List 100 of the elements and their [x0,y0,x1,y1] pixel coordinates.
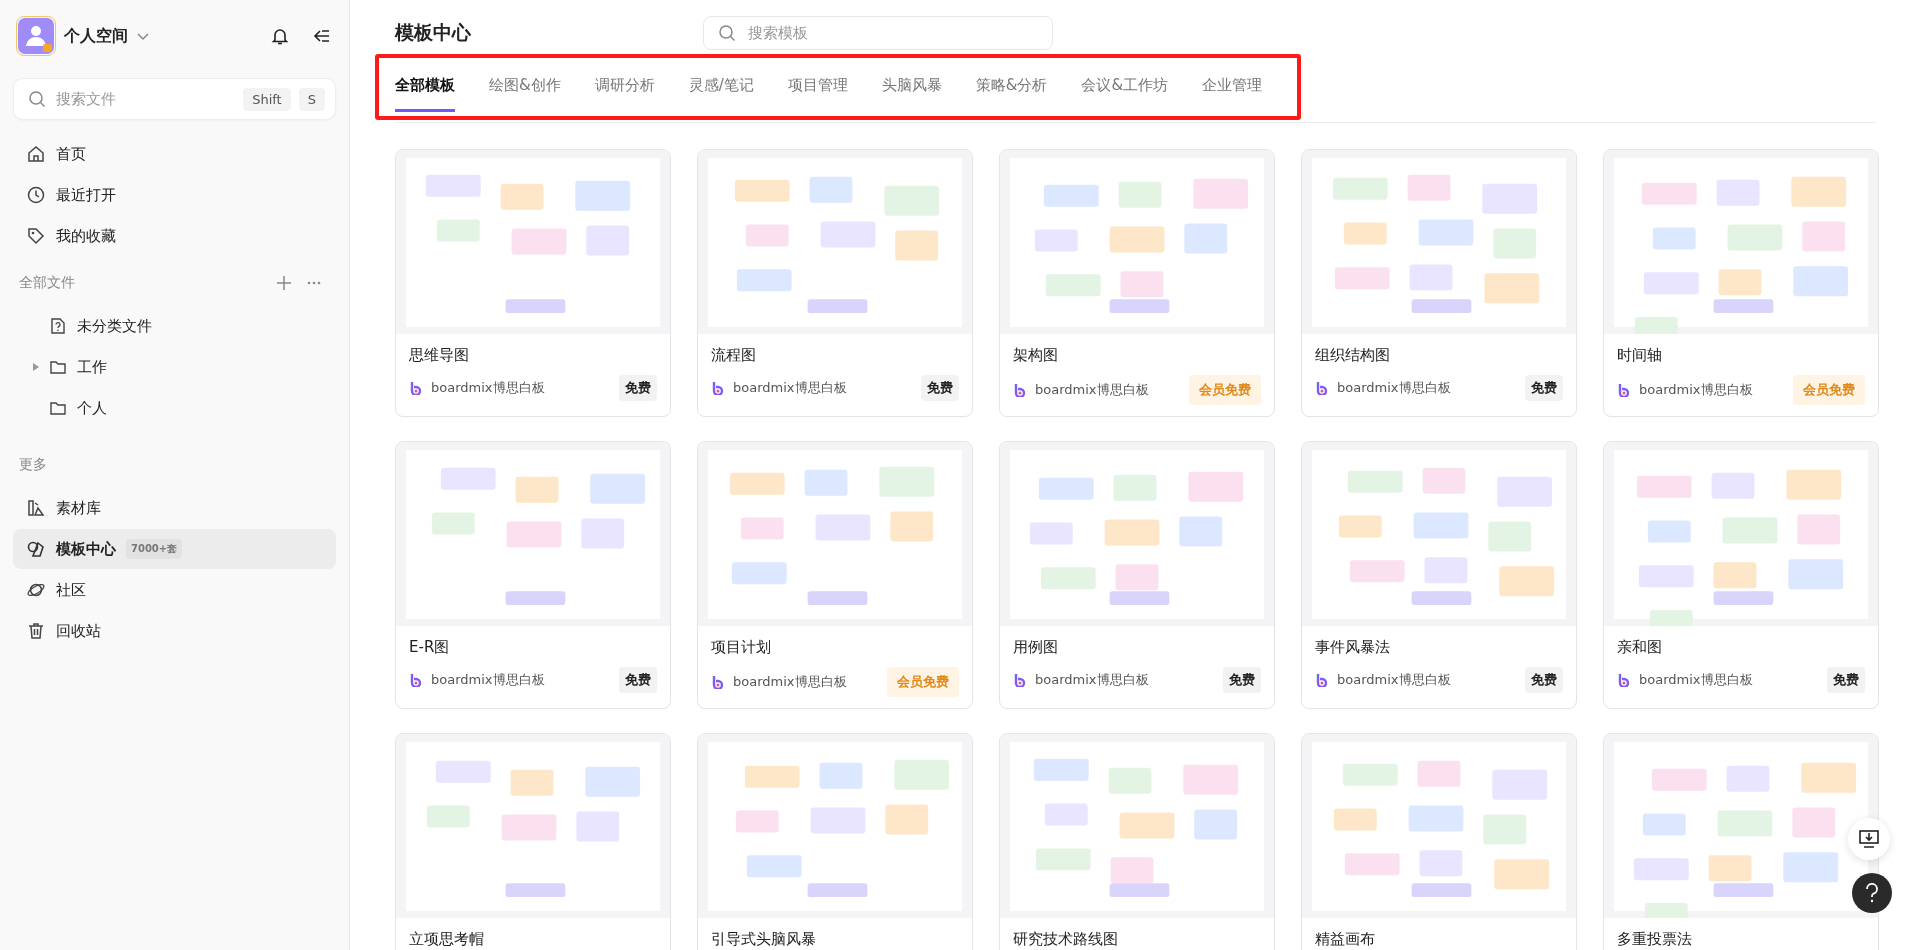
category-tab[interactable]: 调研分析 [594,76,655,112]
author-label: boardmix博思白板 [733,673,847,691]
home-icon [26,144,46,164]
search-input[interactable]: 搜索文件 [54,89,236,109]
template-card[interactable]: 多重投票法 [1603,733,1879,950]
trash-icon [26,621,46,641]
template-card[interactable]: 时间轴 boardmix博思白板 会员免费 [1603,149,1879,417]
template-title: 引导式头脑风暴 [711,930,817,949]
template-card[interactable]: 亲和图 boardmix博思白板 免费 [1603,441,1879,709]
sidebar-item[interactable]: 首页 [13,134,336,174]
author-label: boardmix博思白板 [431,379,545,397]
boardmix-logo-icon [1617,673,1631,687]
template-title: E-R图 [409,638,451,657]
template-card[interactable]: 流程图 boardmix博思白板 免费 [697,149,973,417]
search-input[interactable]: 搜索模板 [746,23,1038,43]
monitor-download-icon [1858,828,1880,850]
help-button[interactable] [1852,873,1892,913]
author-label: boardmix博思白板 [733,379,847,397]
price-tag: 免费 [619,667,657,693]
template-title: 事件风暴法 [1315,638,1391,657]
author-label: boardmix博思白板 [1035,381,1149,399]
category-tab[interactable]: 灵感/笔记 [688,76,754,112]
category-tab[interactable]: 头脑风暴 [881,76,942,112]
price-tag: 免费 [1827,667,1865,693]
price-tag: 免费 [1525,375,1563,401]
expand-arrow-icon[interactable] [33,363,39,371]
folder-item[interactable]: 个人 [49,398,107,418]
shortcut-key: S [298,87,325,111]
template-title: 研究技术路线图 [1013,930,1119,949]
boardmix-logo-icon [1315,381,1329,395]
template-card[interactable]: 架构图 boardmix博思白板 会员免费 [999,149,1275,417]
template-card[interactable]: 研究技术路线图 [999,733,1275,950]
author-label: boardmix博思白板 [1639,671,1753,689]
template-title: 组织结构图 [1315,346,1391,365]
workspace-name[interactable]: 个人空间 [64,25,128,47]
sidebar-item[interactable]: 素材库 [13,488,336,528]
template-title: 时间轴 [1617,346,1663,365]
price-tag: 免费 [921,375,959,401]
author-label: boardmix博思白板 [1035,671,1149,689]
sidebar-item[interactable]: 回收站 [13,611,336,651]
shapes-icon [26,539,46,559]
author-label: boardmix博思白板 [1639,381,1753,399]
add-icon[interactable] [276,275,292,291]
boardmix-logo-icon [1013,673,1027,687]
template-title: 思维导图 [409,346,470,365]
price-tag: 免费 [1223,667,1261,693]
question-mark-icon [1865,883,1879,903]
bell-icon[interactable] [270,26,290,46]
sidebar-item[interactable]: 模板中心 7000+套 [13,529,336,569]
sidebar-item[interactable]: 我的收藏 [13,216,336,256]
template-card[interactable]: 思维导图 boardmix博思白板 免费 [395,149,671,417]
template-card[interactable]: 精益画布 [1301,733,1577,950]
template-card[interactable]: E-R图 boardmix博思白板 免费 [395,441,671,709]
template-card[interactable]: 事件风暴法 boardmix博思白板 免费 [1301,441,1577,709]
boardmix-logo-icon [409,673,423,687]
template-card[interactable]: 立项思考帽 [395,733,671,950]
template-card[interactable]: 引导式头脑风暴 [697,733,973,950]
folder-item[interactable]: 工作 [49,357,107,377]
category-tab[interactable]: 策略&分析 [975,76,1048,112]
avatar-icon[interactable] [16,16,56,56]
section-label: 更多 [19,456,47,474]
folder-icon [49,399,67,417]
template-title: 多重投票法 [1617,930,1693,949]
author-label: boardmix博思白板 [431,671,545,689]
page-title: 模板中心 [395,20,472,45]
sidebar-item[interactable]: 社区 [13,570,336,610]
price-tag: 会员免费 [1189,375,1261,405]
unknown-file-icon [49,317,67,335]
search-bar[interactable]: 搜索模板 [703,16,1053,50]
clock-icon [26,185,46,205]
price-tag: 会员免费 [1793,375,1865,405]
template-title: 流程图 [711,346,757,365]
price-tag: 免费 [619,375,657,401]
folder-icon [49,358,67,376]
boardmix-logo-icon [409,381,423,395]
search-bar[interactable]: 搜索文件 Shift S [13,78,336,120]
template-title: 立项思考帽 [409,930,485,949]
folder-item[interactable]: 未分类文件 [49,316,152,336]
category-tab[interactable]: 项目管理 [787,76,848,112]
shortcut-key: Shift [243,87,291,111]
category-tab[interactable]: 全部模板 [395,76,455,112]
category-tab[interactable]: 绘图&创作 [489,76,561,112]
template-card[interactable]: 用例图 boardmix博思白板 免费 [999,441,1275,709]
boardmix-logo-icon [711,675,725,689]
author-label: boardmix博思白板 [1337,379,1451,397]
library-icon [26,498,46,518]
count-badge: 7000+套 [126,539,183,559]
category-tab[interactable]: 企业管理 [1202,76,1263,112]
template-title: 架构图 [1013,346,1059,365]
template-card[interactable]: 项目计划 boardmix博思白板 会员免费 [697,441,973,709]
template-title: 精益画布 [1315,930,1376,949]
category-tab[interactable]: 会议&工作坊 [1081,76,1169,112]
boardmix-logo-icon [1013,383,1027,397]
price-tag: 免费 [1525,667,1563,693]
template-card[interactable]: 组织结构图 boardmix博思白板 免费 [1301,149,1577,417]
boardmix-logo-icon [1315,673,1329,687]
boardmix-logo-icon [1617,383,1631,397]
template-title: 项目计划 [711,638,772,657]
price-tag: 会员免费 [887,667,959,697]
sidebar-item[interactable]: 最近打开 [13,175,336,215]
